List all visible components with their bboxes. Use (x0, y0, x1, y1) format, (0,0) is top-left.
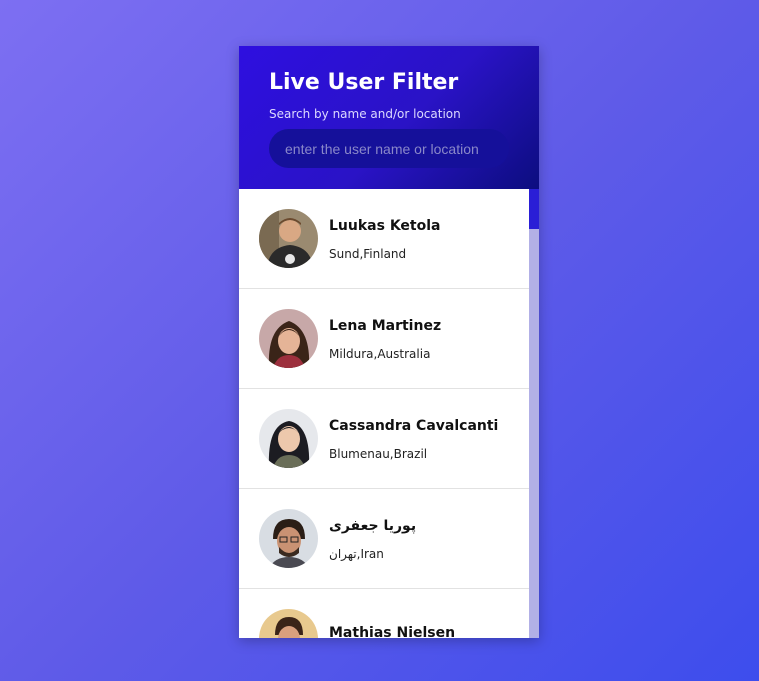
list-item: Luukas Ketola Sund,Finland (239, 189, 529, 289)
scrollbar-thumb[interactable] (529, 189, 539, 229)
page-title: Live User Filter (269, 70, 459, 95)
scrollbar[interactable] (529, 189, 539, 638)
list-item: Lena Martinez Mildura,Australia (239, 289, 529, 389)
user-location: تهران,Iran (329, 546, 384, 561)
page-subtitle: Search by name and/or location (269, 107, 461, 121)
user-filter-card: Live User Filter Search by name and/or l… (239, 46, 539, 638)
user-name: Cassandra Cavalcanti (329, 417, 499, 434)
user-name: Mathias Nielsen (329, 624, 456, 639)
list-item: Mathias Nielsen (239, 589, 529, 638)
search-input[interactable] (269, 129, 509, 168)
header: Live User Filter Search by name and/or l… (239, 46, 539, 189)
user-name: پوریا جعفری (329, 517, 417, 534)
user-list-container[interactable]: Luukas Ketola Sund,Finland Lena Martinez (239, 189, 539, 638)
avatar (259, 209, 318, 268)
user-list: Luukas Ketola Sund,Finland Lena Martinez (239, 189, 529, 638)
user-name: Lena Martinez (329, 317, 442, 334)
user-name: Luukas Ketola (329, 217, 441, 234)
user-location: Sund,Finland (329, 246, 407, 261)
avatar (259, 509, 318, 568)
user-location: Blumenau,Brazil (329, 446, 428, 461)
avatar (259, 609, 318, 638)
avatar (259, 309, 318, 368)
list-item: Cassandra Cavalcanti Blumenau,Brazil (239, 389, 529, 489)
list-item: پوریا جعفری تهران,Iran (239, 489, 529, 589)
user-location: Mildura,Australia (329, 346, 431, 361)
avatar (259, 409, 318, 468)
